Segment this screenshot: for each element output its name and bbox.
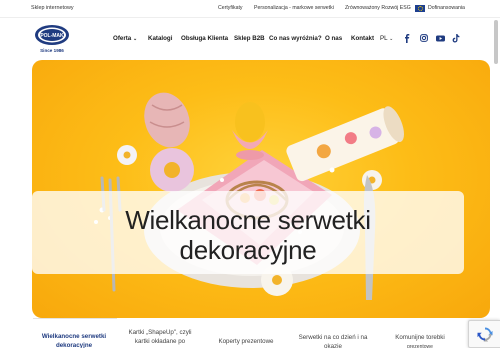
- facebook-icon[interactable]: [401, 32, 413, 44]
- nav-oferta[interactable]: Oferta ⌄: [113, 35, 137, 42]
- site-header: POL-MAK Since 1986 Oferta ⌄ Katalogi Obs…: [0, 18, 500, 60]
- nav-oferta-label: Oferta: [113, 35, 132, 42]
- chevron-down-icon: ⌄: [132, 36, 138, 42]
- tab-koperty-prezentowe[interactable]: Koperty prezentowe: [203, 328, 289, 346]
- hero-title: Wielkanocne serwetki dekoracyjne: [32, 205, 464, 265]
- tab-label-line2: kartki okładane po: [134, 338, 186, 345]
- hero-title-line2: dekoracyjne: [179, 235, 317, 265]
- certificates-link[interactable]: Certyfikaty: [218, 5, 243, 11]
- esg-link[interactable]: Zrównoważony Rozwój ESG: [345, 5, 411, 11]
- tab-label-line1: Serwetki na co dzień i na: [298, 334, 368, 341]
- tab-label-line1: Komunijne torebki: [395, 334, 445, 341]
- hero-title-box: Wielkanocne serwetki dekoracyjne: [32, 191, 464, 274]
- logo-since: Since 1986: [40, 48, 64, 53]
- tab-label-line2: Koperty prezentowe: [218, 338, 274, 345]
- hero-banner[interactable]: Wielkanocne serwetki dekoracyjne: [32, 60, 490, 318]
- tab-wielkanocne-serwetki[interactable]: Wielkanocne serwetki dekoracyjne: [31, 332, 117, 348]
- nav-katalogi[interactable]: Katalogi: [148, 35, 172, 42]
- tab-label-line1: Wielkanocne serwetki: [41, 333, 107, 340]
- tab-serwetki-na-co-dzien[interactable]: Serwetki na co dzień i na okazje: [290, 333, 376, 348]
- tab-label-line2: dekoracyjne: [55, 342, 93, 348]
- nav-o-nas[interactable]: O nas: [325, 35, 342, 42]
- nav-kontakt[interactable]: Kontakt: [351, 35, 374, 42]
- scrollbar[interactable]: [494, 18, 498, 318]
- hero-image: [94, 92, 404, 300]
- instagram-icon[interactable]: [418, 32, 430, 44]
- daisy-left: [150, 148, 194, 192]
- tab-kartki-shapeup[interactable]: Kartki „ShapeUp", czyli kartki okładane …: [117, 328, 203, 346]
- shop-link[interactable]: Sklep internetowy: [31, 5, 74, 11]
- recaptcha-badge[interactable]: [468, 320, 500, 348]
- logo-brand: POL-MAK: [40, 33, 64, 39]
- nav-obsluga-klienta[interactable]: Obsługa Klienta: [181, 35, 228, 42]
- personalization-link[interactable]: Personalizacja - markowe serwetki: [254, 5, 334, 11]
- logo[interactable]: POL-MAK Since 1986: [30, 23, 74, 55]
- language-switcher[interactable]: PL ⌄: [380, 35, 393, 42]
- tiktok-icon[interactable]: [450, 32, 462, 44]
- chevron-down-icon: ⌄: [389, 36, 394, 42]
- eu-flag-icon: [415, 5, 425, 12]
- hero-title-line1: Wielkanocne serwetki: [125, 205, 371, 235]
- tab-label-line1: Kartki „ShapeUp", czyli: [128, 329, 192, 336]
- tab-label-line2: okazje: [324, 343, 342, 348]
- slider-tabs: Wielkanocne serwetki dekoracyjne Kartki …: [0, 318, 500, 348]
- youtube-icon[interactable]: [434, 32, 446, 44]
- tab-label-line2: prezentowe: [407, 344, 433, 348]
- tab-komunijne-torebki[interactable]: Komunijne torebki prezentowe: [377, 333, 463, 348]
- funding-link[interactable]: Dofinansowania: [428, 5, 465, 11]
- nav-sklep-b2b[interactable]: Sklep B2B: [234, 35, 265, 42]
- scrollbar-thumb[interactable]: [494, 20, 498, 64]
- nav-co-nas-wyroznia[interactable]: Co nas wyróżnia?: [269, 35, 322, 42]
- top-bar: Sklep internetowy Certyfikaty Personaliz…: [0, 0, 500, 18]
- language-label: PL: [380, 35, 388, 42]
- recaptcha-icon: [477, 327, 492, 342]
